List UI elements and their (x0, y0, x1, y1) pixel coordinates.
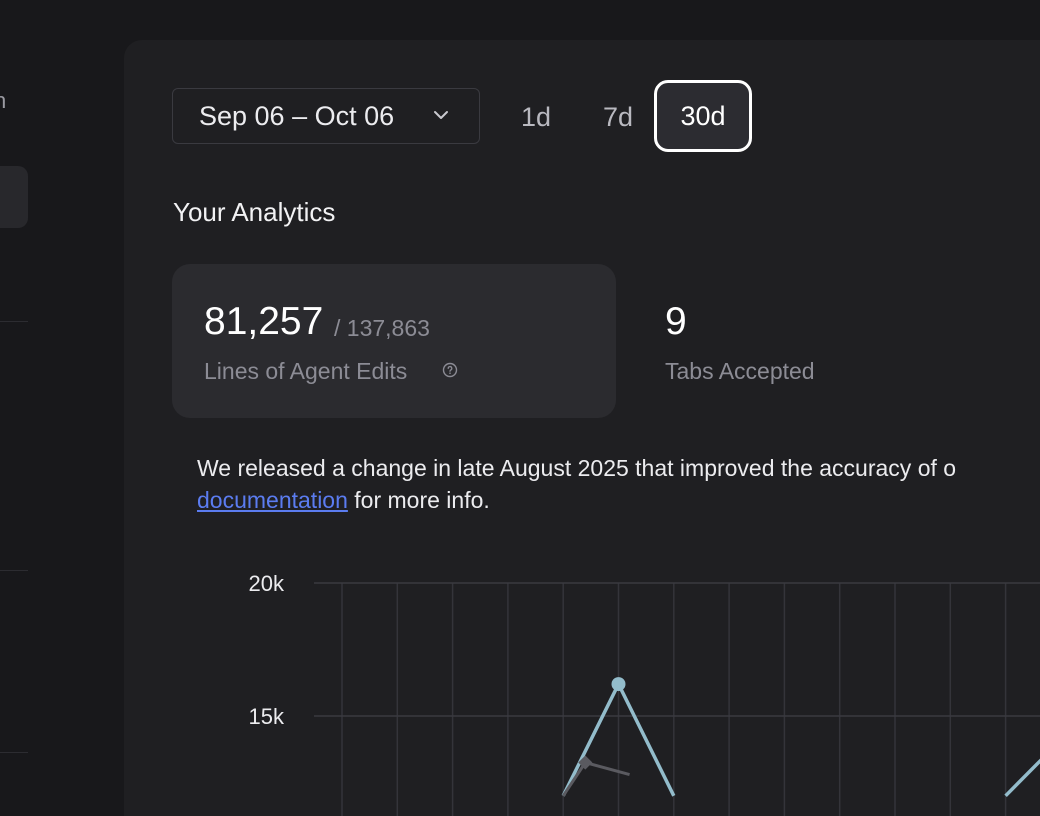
sidebar-divider (0, 570, 28, 571)
agent-edits-label: Lines of Agent Edits (204, 358, 408, 384)
date-range-select[interactable]: Sep 06 – Oct 06 (172, 88, 480, 144)
agent-edits-card: 81,257 / 137,863 Lines of Agent Edits (172, 264, 616, 418)
date-range-value: Sep 06 – Oct 06 (199, 100, 395, 131)
documentation-link[interactable]: documentation (197, 487, 348, 513)
notice-text: We released a change in late August 2025… (197, 455, 957, 481)
analytics-panel: Sep 06 – Oct 06 1d 7d 30d Your Analytics… (124, 40, 1040, 816)
period-7d-button[interactable]: 7d (588, 82, 648, 152)
sidebar-fragment-text: n (0, 88, 7, 113)
tabs-accepted-label: Tabs Accepted (665, 358, 815, 384)
sidebar-divider (0, 321, 28, 322)
accuracy-notice: We released a change in late August 2025… (197, 452, 1040, 516)
agent-edits-total: / 137,863 (334, 315, 430, 341)
agent-edits-value: 81,257 (204, 300, 324, 343)
sidebar-item-selected[interactable] (0, 166, 28, 228)
chevron-down-icon (434, 111, 448, 119)
period-1d-button[interactable]: 1d (506, 82, 566, 152)
help-circle-icon[interactable] (440, 360, 460, 380)
tabs-accepted-value: 9 (665, 300, 687, 343)
notice-text-after: for more info. (347, 487, 490, 513)
tabs-accepted-stat: 9 Tabs Accepted (664, 264, 964, 418)
sidebar: n (0, 0, 40, 816)
period-30d-button[interactable]: 30d (654, 80, 752, 152)
section-title: Your Analytics (173, 197, 336, 227)
sidebar-divider (0, 752, 28, 753)
